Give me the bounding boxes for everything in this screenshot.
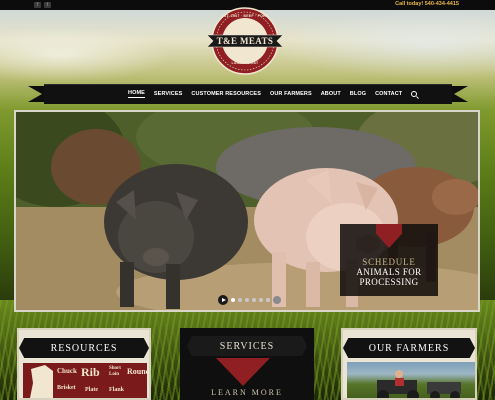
farmers-title: OUR FARMERS — [343, 338, 475, 358]
beef-cuts-chart: Chuck Rib Short Loin Round Brisket Plate… — [23, 363, 151, 398]
farmer-photo — [347, 362, 475, 398]
farmers-card[interactable]: OUR FARMERS — [341, 328, 477, 400]
services-card[interactable]: SERVICES LEARN MORE — [180, 328, 314, 400]
slide-dot[interactable] — [231, 298, 235, 302]
cut-label: Short — [109, 366, 121, 371]
schedule-line2: ANIMALS FOR — [356, 267, 422, 277]
nav-items: HOME SERVICES CUSTOMER RESOURCES OUR FAR… — [128, 84, 418, 104]
cut-label: Rib — [81, 365, 100, 379]
cut-label: Plate — [85, 387, 98, 393]
nav-blog[interactable]: BLOG — [350, 91, 366, 97]
slide-dot[interactable] — [238, 298, 242, 302]
play-icon[interactable] — [218, 295, 228, 305]
nav-services[interactable]: SERVICES — [154, 91, 183, 97]
schedule-line3: PROCESSING — [359, 277, 419, 287]
nav-customer-resources[interactable]: CUSTOMER RESOURCES — [191, 91, 261, 97]
nav-our-farmers[interactable]: OUR FARMERS — [270, 91, 312, 97]
main-nav: HOME SERVICES CUSTOMER RESOURCES OUR FAR… — [28, 84, 468, 104]
resources-title: RESOURCES — [19, 338, 149, 358]
schedule-cta[interactable]: SCHEDULE ANIMALS FOR PROCESSING — [340, 224, 438, 296]
call-today-text: Call today! 540-434-4415 — [395, 1, 459, 7]
twitter-icon[interactable]: t — [44, 2, 51, 8]
logo-bottom-arc: LAMB · GOAT — [231, 61, 259, 65]
down-chevron-icon — [376, 224, 402, 248]
slide-dot[interactable] — [245, 298, 249, 302]
cut-label: Chuck — [57, 367, 77, 375]
slide-dot[interactable] — [252, 298, 256, 302]
nav-home[interactable]: HOME — [128, 90, 145, 98]
logo-title: T&E MEATS — [216, 36, 274, 46]
logo-top-arc: EST. 1967 · BEEF · PORK — [221, 14, 269, 18]
schedule-line1: SCHEDULE — [362, 257, 416, 267]
cut-label: Flank — [109, 387, 125, 393]
nav-about[interactable]: ABOUT — [321, 91, 341, 97]
social-links: f t — [34, 2, 51, 8]
nav-contact[interactable]: CONTACT — [375, 91, 402, 97]
hero-slideshow[interactable]: SCHEDULE ANIMALS FOR PROCESSING — [14, 110, 480, 312]
site-logo[interactable]: EST. 1967 · BEEF · PORK T&E MEATS LAMB ·… — [205, 5, 285, 77]
services-title: SERVICES — [187, 336, 307, 356]
cut-label: Loin — [109, 372, 120, 377]
search-icon[interactable] — [411, 91, 418, 97]
resources-card[interactable]: RESOURCES Chuck Rib Short Loin Round Bri… — [17, 328, 151, 400]
down-arrow-icon — [216, 358, 270, 386]
farmer-tractor-graphic — [377, 370, 461, 398]
slide-dot[interactable] — [266, 298, 270, 302]
next-slide-button[interactable] — [273, 296, 281, 304]
facebook-icon[interactable]: f — [34, 2, 41, 8]
slider-controls — [218, 295, 281, 305]
cut-label: Round — [127, 367, 151, 376]
services-learn-more[interactable]: LEARN MORE — [180, 388, 314, 397]
slide-dot[interactable] — [259, 298, 263, 302]
cut-label: Brisket — [57, 385, 76, 391]
